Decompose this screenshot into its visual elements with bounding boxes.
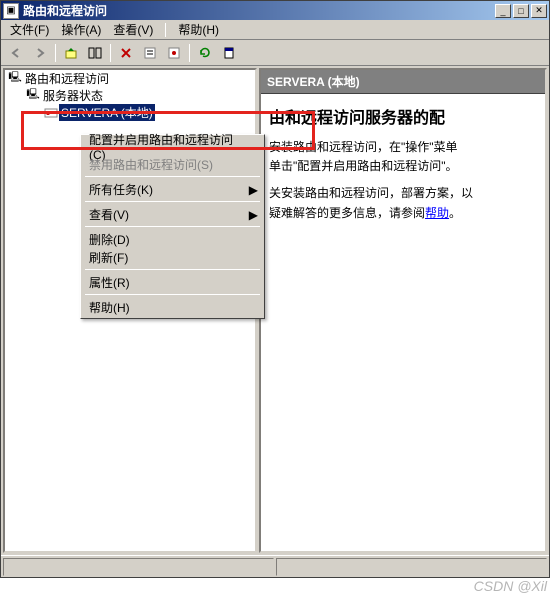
minimize-button[interactable]: _ xyxy=(495,4,511,18)
ctx-refresh[interactable]: 刷新(F) xyxy=(83,248,262,266)
tree-root-label: 路由和远程访问 xyxy=(23,70,111,87)
title-text: 路由和远程访问 xyxy=(23,2,495,19)
content-panel: SERVERA (本地) 由和远程访问服务器的配 安装路由和远程访问，在"操作"… xyxy=(259,68,547,553)
content-body: 由和远程访问服务器的配 安装路由和远程访问，在"操作"菜单 单击"配置并启用路由… xyxy=(261,94,545,241)
status-cell xyxy=(3,558,274,576)
menubar: 文件(F) 操作(A) 查看(V) 帮助(H) xyxy=(1,20,549,40)
toolbar-sep xyxy=(55,44,56,62)
ctx-delete[interactable]: 删除(D) xyxy=(83,230,262,248)
ctx-sep xyxy=(85,201,260,202)
export-button[interactable] xyxy=(163,42,185,64)
tree-status-item[interactable]: 🖳 服务器状态 xyxy=(5,87,255,104)
ctx-view[interactable]: 查看(V) ▶ xyxy=(83,205,262,223)
ctx-disable: 禁用路由和远程访问(S) xyxy=(83,155,262,173)
toolbar-sep xyxy=(110,44,111,62)
window-controls: _ □ ✕ xyxy=(495,4,547,18)
context-menu: 配置并启用路由和远程访问(C) 禁用路由和远程访问(S) 所有任务(K) ▶ 查… xyxy=(80,134,265,319)
watermark: CSDN @Xil xyxy=(474,578,547,594)
content-title: 由和远程访问服务器的配 xyxy=(269,104,537,128)
submenu-arrow-icon: ▶ xyxy=(249,208,258,222)
menu-separator xyxy=(165,23,166,37)
ctx-sep xyxy=(85,294,260,295)
status-icon: 🖳 xyxy=(25,89,41,103)
titlebar[interactable]: ▣ 路由和远程访问 _ □ ✕ xyxy=(1,1,549,20)
content-para2: 关安装路由和远程访问，部署方案，以 疑难解答的更多信息，请参阅帮助。 xyxy=(269,184,537,222)
menu-help[interactable]: 帮助(H) xyxy=(172,19,225,40)
ctx-all-tasks-label: 所有任务(K) xyxy=(89,181,153,198)
content-header: SERVERA (本地) xyxy=(261,70,545,94)
menu-view[interactable]: 查看(V) xyxy=(107,19,159,40)
tree-server-item[interactable]: SERVERA (本地) xyxy=(5,104,255,121)
help-link[interactable]: 帮助 xyxy=(425,206,449,220)
ctx-sep xyxy=(85,176,260,177)
toolbar-sep xyxy=(189,44,190,62)
ctx-properties[interactable]: 属性(R) xyxy=(83,273,262,291)
refresh-button[interactable] xyxy=(194,42,216,64)
nav-fwd-button[interactable] xyxy=(29,42,51,64)
server-icon: 🖳 xyxy=(7,72,23,86)
nav-back-button[interactable] xyxy=(5,42,27,64)
menu-action[interactable]: 操作(A) xyxy=(55,19,107,40)
tree-status-label: 服务器状态 xyxy=(41,87,105,104)
toolbar xyxy=(1,40,549,66)
stop-button[interactable] xyxy=(218,42,240,64)
tree-root[interactable]: 🖳 路由和远程访问 xyxy=(5,70,255,87)
maximize-button[interactable]: □ xyxy=(513,4,529,18)
content-para1: 安装路由和远程访问，在"操作"菜单 单击"配置并启用路由和远程访问"。 xyxy=(269,138,537,176)
ctx-all-tasks[interactable]: 所有任务(K) ▶ xyxy=(83,180,262,198)
status-cell xyxy=(276,558,547,576)
ctx-help[interactable]: 帮助(H) xyxy=(83,298,262,316)
ctx-sep xyxy=(85,269,260,270)
tree-server-label: SERVERA (本地) xyxy=(59,104,155,121)
statusbar xyxy=(1,555,549,577)
close-button[interactable]: ✕ xyxy=(531,4,547,18)
show-hide-button[interactable] xyxy=(84,42,106,64)
properties-button[interactable] xyxy=(139,42,161,64)
server-node-icon xyxy=(43,106,59,120)
submenu-arrow-icon: ▶ xyxy=(249,183,258,197)
ctx-view-label: 查看(V) xyxy=(89,206,129,223)
menu-file[interactable]: 文件(F) xyxy=(4,19,55,40)
delete-button[interactable] xyxy=(115,42,137,64)
ctx-sep xyxy=(85,226,260,227)
app-icon: ▣ xyxy=(3,3,19,19)
ctx-configure[interactable]: 配置并启用路由和远程访问(C) xyxy=(83,137,262,155)
up-button[interactable] xyxy=(60,42,82,64)
